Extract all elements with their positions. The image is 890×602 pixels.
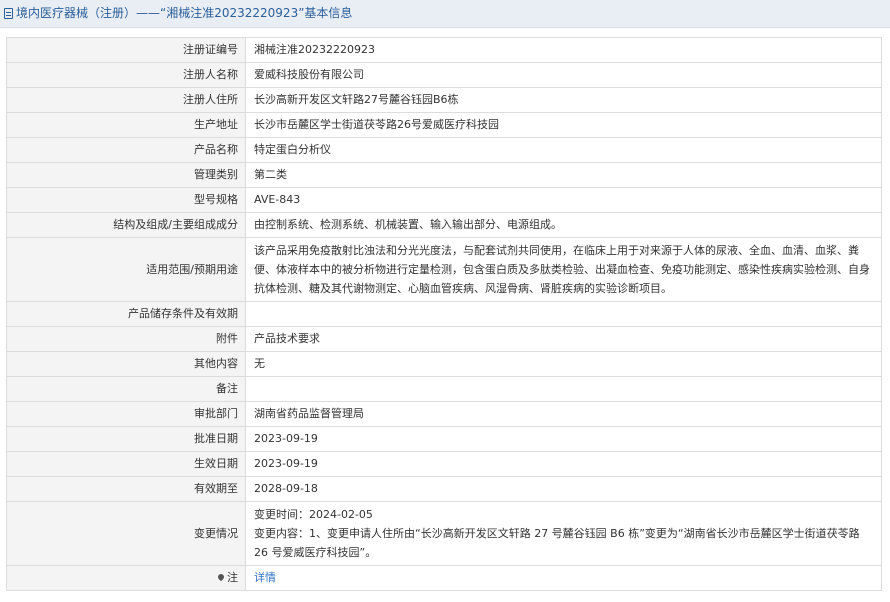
row-label: 生产地址 <box>6 112 246 138</box>
row-value: 无 <box>245 351 882 377</box>
row-value: AVE-843 <box>245 187 882 213</box>
table-row: 变更情况 变更时间：2024-02-05 变更内容：1、变更申请人住所由“长沙高… <box>6 501 882 566</box>
row-label: 备注 <box>6 376 246 402</box>
page-title: 境内医疗器械（注册）——“湘械注准20232220923”基本信息 <box>16 6 353 20</box>
row-label: 注册证编号 <box>6 37 246 63</box>
row-label: 批准日期 <box>6 426 246 452</box>
table-row: 注册证编号 湘械注准20232220923 <box>6 37 882 63</box>
row-label: 产品储存条件及有效期 <box>6 301 246 327</box>
table-row: 适用范围/预期用途 该产品采用免疫散射比浊法和分光光度法，与配套试剂共同使用，在… <box>6 237 882 302</box>
table-row: 批准日期 2023-09-19 <box>6 426 882 452</box>
row-label: 结构及组成/主要组成成分 <box>6 212 246 238</box>
row-label: 管理类别 <box>6 162 246 188</box>
row-label: 注册人名称 <box>6 62 246 88</box>
details-link[interactable]: 详情 <box>254 571 276 584</box>
change-history-value: 变更时间：2024-02-05 变更内容：1、变更申请人住所由“长沙高新开发区文… <box>245 501 882 566</box>
table-row: 审批部门 湖南省药品监督管理局 <box>6 401 882 427</box>
table-row: 备注 <box>6 376 882 402</box>
row-value: 2023-09-19 <box>245 426 882 452</box>
row-value: 产品技术要求 <box>245 326 882 352</box>
row-label: 审批部门 <box>6 401 246 427</box>
note-label-cell: 注 <box>6 565 246 591</box>
table-row: 注册人名称 爱威科技股份有限公司 <box>6 62 882 88</box>
table-row: 注 详情 <box>6 565 882 591</box>
row-value: 第二类 <box>245 162 882 188</box>
table-row: 有效期至 2028-09-18 <box>6 476 882 502</box>
registration-info-table: 注册证编号 湘械注准20232220923 注册人名称 爱威科技股份有限公司 注… <box>6 37 882 591</box>
table-row: 管理类别 第二类 <box>6 162 882 188</box>
row-label: 生效日期 <box>6 451 246 477</box>
row-value: 长沙高新开发区文轩路27号麓谷钰园B6栋 <box>245 87 882 113</box>
table-row: 注册人住所 长沙高新开发区文轩路27号麓谷钰园B6栋 <box>6 87 882 113</box>
document-icon <box>4 8 13 19</box>
table-row: 型号规格 AVE-843 <box>6 187 882 213</box>
row-label: 适用范围/预期用途 <box>6 237 246 302</box>
row-value: 特定蛋白分析仪 <box>245 137 882 163</box>
note-label: 注 <box>227 571 238 584</box>
table-row: 产品储存条件及有效期 <box>6 301 882 327</box>
row-value <box>245 376 882 402</box>
row-value: 该产品采用免疫散射比浊法和分光光度法，与配套试剂共同使用，在临床上用于对来源于人… <box>245 237 882 302</box>
row-value: 长沙市岳麓区学士街道茯苓路26号爱威医疗科技园 <box>245 112 882 138</box>
row-value: 2028-09-18 <box>245 476 882 502</box>
row-label: 其他内容 <box>6 351 246 377</box>
row-label: 有效期至 <box>6 476 246 502</box>
row-label: 产品名称 <box>6 137 246 163</box>
page-header: 境内医疗器械（注册）——“湘械注准20232220923”基本信息 <box>0 0 890 28</box>
table-row: 其他内容 无 <box>6 351 882 377</box>
table-row: 生效日期 2023-09-19 <box>6 451 882 477</box>
note-value-cell: 详情 <box>245 565 882 591</box>
row-value: 爱威科技股份有限公司 <box>245 62 882 88</box>
row-value <box>245 301 882 327</box>
table-row: 结构及组成/主要组成成分 由控制系统、检测系统、机械装置、输入输出部分、电源组成… <box>6 212 882 238</box>
row-value: 由控制系统、检测系统、机械装置、输入输出部分、电源组成。 <box>245 212 882 238</box>
table-row: 产品名称 特定蛋白分析仪 <box>6 137 882 163</box>
pin-icon <box>216 572 226 582</box>
row-value: 2023-09-19 <box>245 451 882 477</box>
table-row: 生产地址 长沙市岳麓区学士街道茯苓路26号爱威医疗科技园 <box>6 112 882 138</box>
row-label: 变更情况 <box>6 501 246 566</box>
row-label: 型号规格 <box>6 187 246 213</box>
row-label: 附件 <box>6 326 246 352</box>
row-label: 注册人住所 <box>6 87 246 113</box>
row-value: 湖南省药品监督管理局 <box>245 401 882 427</box>
table-row: 附件 产品技术要求 <box>6 326 882 352</box>
row-value: 湘械注准20232220923 <box>245 37 882 63</box>
